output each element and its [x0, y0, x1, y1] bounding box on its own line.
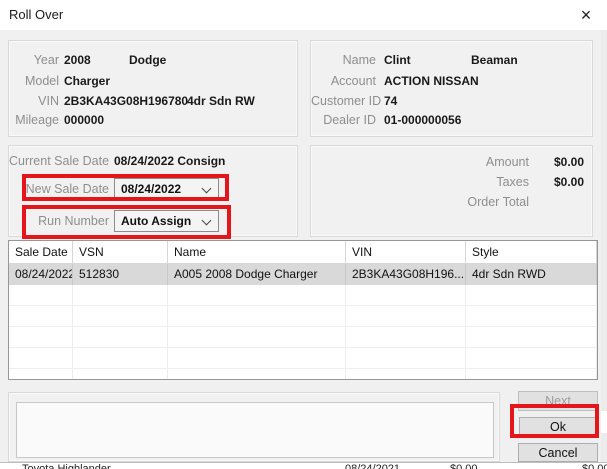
table-empty-row: [9, 327, 597, 348]
column-header-style[interactable]: Style: [466, 241, 597, 263]
background-window-row: Toyota Highlander 08/24/2021 $0.00 $0.00: [0, 462, 607, 469]
new-sale-date-label: New Sale Date: [9, 182, 109, 196]
background-text-fragment: $0.00: [582, 463, 607, 469]
new-sale-date-dropdown[interactable]: 08/24/2022: [114, 178, 219, 200]
next-button[interactable]: Next: [518, 391, 598, 411]
current-sale-date-value: 08/24/2022 Consign: [114, 154, 225, 168]
background-text-fragment: 08/24/2021: [345, 463, 400, 469]
dealer-id-label: Dealer ID: [311, 113, 376, 127]
close-icon: ×: [581, 5, 592, 25]
account-value: ACTION NISSAN: [384, 74, 479, 88]
taxes-value: $0.00: [554, 175, 584, 189]
amount-label: Amount: [429, 155, 529, 169]
year-value: 2008: [64, 53, 91, 67]
vin-label: VIN: [13, 94, 59, 108]
background-window-edge: [601, 411, 607, 433]
cell-vin: 2B3KA43G08H196...: [346, 264, 466, 285]
run-number-value: Auto Assign: [121, 214, 191, 228]
column-header-name[interactable]: Name: [168, 241, 346, 263]
style-value: 4dr Sdn RW: [187, 94, 255, 108]
totals-group: Amount $0.00 Taxes $0.00 Order Total: [310, 145, 593, 237]
table-row[interactable]: 08/24/2022 512830 A005 2008 Dodge Charge…: [9, 264, 597, 285]
notes-input[interactable]: [16, 402, 494, 458]
table-empty-row: [9, 285, 597, 306]
page-title: Roll Over: [9, 0, 63, 30]
first-name-value: Clint: [384, 53, 411, 67]
mileage-value: 000000: [64, 113, 104, 127]
column-header-vin[interactable]: VIN: [346, 241, 466, 263]
table-empty-row: [9, 306, 597, 327]
cell-vsn: 512830: [73, 264, 168, 285]
title-bar: Roll Over ×: [0, 0, 607, 30]
column-header-sale-date[interactable]: Sale Date: [9, 241, 73, 263]
chevron-down-icon: [202, 184, 212, 194]
background-window-edge: [601, 30, 607, 462]
amount-value: $0.00: [554, 155, 584, 169]
run-number-dropdown[interactable]: Auto Assign: [114, 210, 219, 232]
order-total-label: Order Total: [429, 195, 529, 209]
dealer-id-value: 01-000000056: [384, 113, 461, 127]
taxes-label: Taxes: [429, 175, 529, 189]
new-sale-date-value: 08/24/2022: [121, 182, 181, 196]
close-button[interactable]: ×: [572, 3, 600, 27]
vin-value: 2B3KA43G08H196780: [64, 94, 188, 108]
cancel-button[interactable]: Cancel: [518, 443, 598, 462]
last-name-value: Beaman: [471, 53, 518, 67]
customer-group: Name Clint Beaman Account ACTION NISSAN …: [310, 40, 593, 137]
run-number-label: Run Number: [9, 214, 109, 228]
sale-date-group: Current Sale Date 08/24/2022 Consign New…: [8, 145, 298, 237]
customer-id-label: Customer ID: [311, 94, 376, 108]
background-text-fragment: $0.00: [450, 463, 478, 469]
sale-items-table: Sale Date VSN Name VIN Style 08/24/2022 …: [8, 240, 598, 380]
cell-sale-date: 08/24/2022: [9, 264, 73, 285]
table-empty-row: [9, 369, 597, 380]
customer-id-value: 74: [384, 94, 397, 108]
roll-over-dialog: Roll Over × Year 2008 Dodge Model Charge…: [0, 0, 607, 469]
account-label: Account: [311, 74, 376, 88]
ok-button[interactable]: Ok: [519, 417, 597, 436]
table-empty-row: [9, 348, 597, 369]
cell-style: 4dr Sdn RWD: [466, 264, 597, 285]
table-header-row: Sale Date VSN Name VIN Style: [9, 241, 597, 264]
cell-name: A005 2008 Dodge Charger: [168, 264, 346, 285]
chevron-down-icon: [202, 216, 212, 226]
make-value: Dodge: [129, 53, 166, 67]
column-header-vsn[interactable]: VSN: [73, 241, 168, 263]
current-sale-date-label: Current Sale Date: [9, 154, 109, 168]
name-label: Name: [311, 53, 376, 67]
background-text-fragment: Toyota Highlander: [22, 463, 111, 469]
vehicle-group: Year 2008 Dodge Model Charger VIN 2B3KA4…: [8, 40, 298, 137]
model-value: Charger: [64, 74, 110, 88]
model-label: Model: [13, 74, 59, 88]
mileage-label: Mileage: [13, 113, 59, 127]
year-label: Year: [13, 53, 59, 67]
